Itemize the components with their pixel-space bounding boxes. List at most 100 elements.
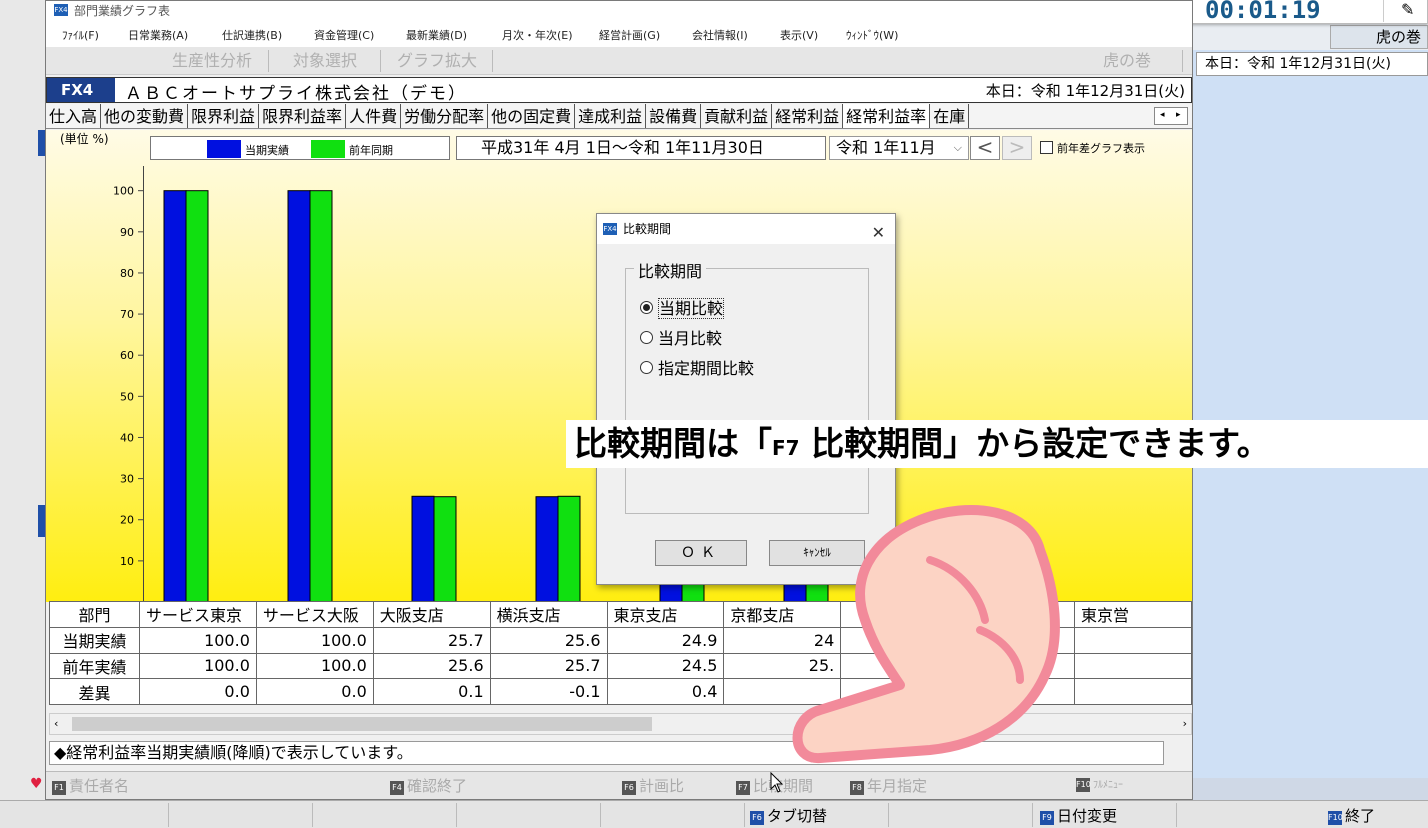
radio-current-period[interactable]: 当期比較 [640, 295, 725, 319]
table-cell: -0.1 [489, 678, 608, 705]
tab-other-fixed[interactable]: 他の固定費 [488, 104, 576, 128]
radio-selected-icon[interactable] [640, 301, 653, 314]
y-tick-label: 80 [120, 267, 134, 280]
f6-button[interactable]: F6 計画比 [622, 775, 684, 797]
radio-icon[interactable] [640, 331, 653, 344]
month-select[interactable]: 令和 1年11月 ⌵ [829, 136, 969, 160]
table-header-cell: 東京支店 [606, 601, 725, 628]
y-tick-label: 50 [120, 390, 134, 403]
y-axis: 10 20 30 40 50 60 70 80 90 100 [113, 166, 144, 602]
scroll-left-icon[interactable]: ‹ [54, 717, 58, 730]
table-cell: 0.4 [606, 678, 725, 705]
caption-text: 比較期間」から設定できます。 [799, 424, 1270, 463]
f9-key-icon: F9 [1040, 811, 1054, 825]
f10-button[interactable]: F10 ﾌﾙﾒﾆｭｰ [1076, 775, 1123, 797]
legend-label-previous: 前年同期 [349, 144, 393, 157]
tab-ordinary-profit-rate[interactable]: 経常利益率 [843, 104, 931, 128]
scroll-left-icon[interactable]: ◂ [1160, 110, 1165, 120]
tab-switch-label: タブ切替 [767, 807, 828, 825]
group-label: 比較期間 [634, 258, 707, 282]
tab-achieved-profit[interactable]: 達成利益 [575, 104, 647, 128]
date-change-button[interactable]: F9 日付変更 [1040, 805, 1117, 826]
mouse-cursor-icon [770, 772, 784, 793]
table-cell: 0.0 [255, 678, 374, 705]
scroll-right-icon[interactable]: › [1183, 717, 1187, 730]
table-cell: 24.9 [606, 626, 725, 654]
y-tick-label: 70 [120, 308, 134, 321]
caption-text: 比較期間は「 [574, 424, 772, 463]
date-change-label: 日付変更 [1057, 807, 1118, 825]
tab-inventory[interactable]: 在庫 [930, 104, 970, 128]
table-cell: 0.1 [372, 678, 491, 705]
f1-key-icon: F1 [52, 781, 66, 795]
scrollbar-thumb[interactable] [72, 717, 652, 731]
tab-equipment[interactable]: 設備費 [646, 104, 702, 128]
menu-daily[interactable]: 日常業務(A) [128, 27, 188, 43]
metric-tabs: 仕入高 他の変動費 限界利益 限界利益率 人件費 労働分配率 他の固定費 達成利益 設備費 貢献利… [46, 104, 1192, 129]
tab-contribution[interactable]: 貢献利益 [701, 104, 773, 128]
productivity-button[interactable]: 生産性分析 [156, 50, 269, 72]
y-tick-label: 10 [120, 555, 134, 568]
unit-label: (単位 %) [60, 132, 109, 146]
menu-latest[interactable]: 最新業績(D) [406, 27, 467, 43]
table-header-cell: 東京営 [1074, 601, 1192, 628]
table-cell: 100.0 [255, 626, 374, 654]
background-tora-tab[interactable]: 虎の巻 [1330, 25, 1428, 49]
table-cell: 25.7 [372, 626, 491, 654]
checkbox-box[interactable] [1040, 141, 1053, 154]
scroll-right-icon[interactable]: ▸ [1176, 110, 1181, 120]
tab-labor-share[interactable]: 労働分配率 [401, 104, 489, 128]
bar-current [287, 190, 311, 602]
menu-plan[interactable]: 経営計画(G) [599, 27, 660, 43]
bar-previous [309, 190, 333, 602]
exit-button[interactable]: F10 終了 [1328, 805, 1375, 826]
caption-key: F7 [772, 436, 800, 460]
tab-ordinary-profit[interactable]: 経常利益 [772, 104, 844, 128]
target-select-button[interactable]: 対象選択 [270, 50, 381, 72]
tab-marginal-profit[interactable]: 限界利益 [188, 104, 260, 128]
tab-other-variable[interactable]: 他の変動費 [101, 104, 189, 128]
f7-key-icon: F7 [736, 781, 750, 795]
legend-swatch-previous [311, 140, 345, 158]
menu-view[interactable]: 表示(V) [780, 27, 818, 43]
radio-label: 当月比較 [658, 329, 723, 348]
background-app-sidebar [0, 0, 45, 828]
background-today: 本日：令和 1年12月31日(火) [1196, 52, 1428, 76]
radio-current-month[interactable]: 当月比較 [640, 325, 722, 349]
recording-timer: 00:01:19 [1205, 0, 1321, 24]
menu-journal[interactable]: 仕訳連携(B) [222, 27, 282, 43]
bar-current [411, 495, 435, 602]
f1-button[interactable]: F1 責任者名 [52, 775, 129, 797]
table-header-cell: サービス東京 [139, 601, 257, 628]
f6-label: 計画比 [639, 777, 685, 795]
menu-window[interactable]: ｳｨﾝﾄﾞｳ(W) [846, 27, 898, 43]
next-month-button[interactable]: > [1002, 136, 1032, 160]
tab-purchases[interactable]: 仕入高 [46, 104, 102, 128]
radio-custom-period[interactable]: 指定期間比較 [640, 355, 754, 379]
menu-company[interactable]: 会社情報(I) [692, 27, 748, 43]
tab-scroll-buttons[interactable]: ◂ ▸ [1154, 107, 1188, 125]
graph-zoom-button[interactable]: グラフ拡大 [382, 50, 493, 72]
tab-personnel[interactable]: 人件費 [346, 104, 402, 128]
tab-marginal-rate[interactable]: 限界利益率 [259, 104, 347, 128]
radio-icon[interactable] [640, 361, 653, 374]
prev-month-button[interactable]: < [970, 136, 1000, 160]
f1-label: 責任者名 [69, 777, 130, 795]
tora-button[interactable]: 虎の巻 [1072, 50, 1183, 72]
f4-button[interactable]: F4 確認終了 [390, 775, 467, 797]
pen-icon[interactable]: ✎ [1401, 0, 1414, 19]
y-tick-label: 40 [120, 431, 134, 444]
diff-graph-checkbox[interactable]: 前年差グラフ表示 [1040, 140, 1145, 156]
bar-previous [185, 190, 209, 602]
table-cell: 25.6 [489, 626, 608, 654]
f8-key-icon: F8 [850, 781, 864, 795]
ok-button[interactable]: ＯＫ [655, 540, 747, 566]
bar-current [163, 190, 187, 602]
tab-switch-button[interactable]: F6 タブ切替 [750, 805, 827, 826]
menu-monthly[interactable]: 月次・年次(E) [502, 27, 573, 43]
menu-file[interactable]: ﾌｧｲﾙ(F) [62, 27, 99, 43]
close-icon[interactable]: ✕ [872, 218, 885, 248]
bar-current [535, 496, 559, 602]
menu-funds[interactable]: 資金管理(C) [314, 27, 374, 43]
table-header-cell: 横浜支店 [489, 601, 608, 628]
